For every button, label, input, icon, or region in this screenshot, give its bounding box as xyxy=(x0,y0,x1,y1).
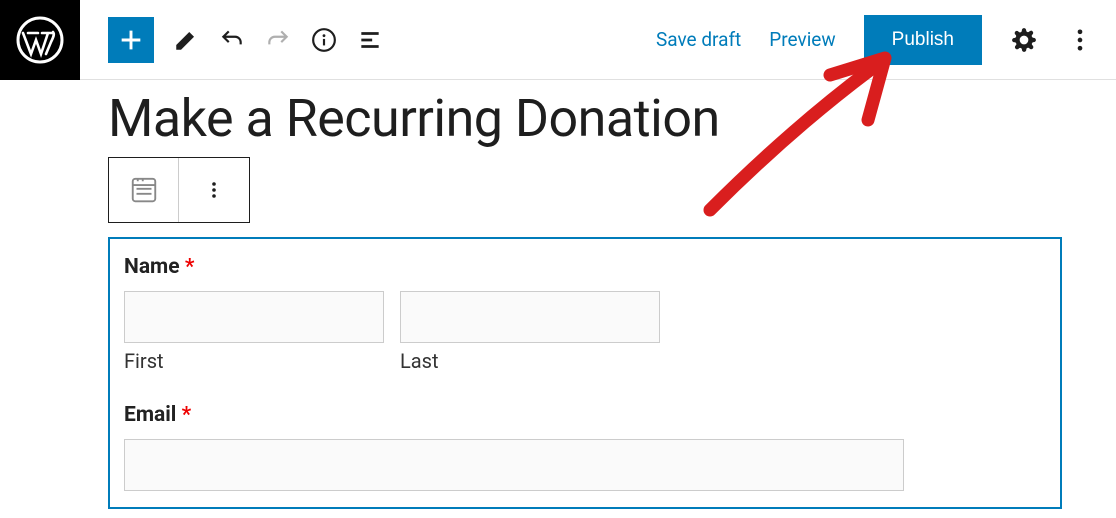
kebab-icon xyxy=(1066,26,1094,54)
block-type-button[interactable] xyxy=(109,158,179,222)
pencil-icon xyxy=(173,27,199,53)
page-title[interactable]: Make a Recurring Donation xyxy=(108,88,1062,149)
block-toolbar xyxy=(108,157,250,223)
toolbar-right: Save draft Preview Publish xyxy=(656,15,1116,65)
plus-icon xyxy=(117,26,145,54)
last-name-column: Last xyxy=(400,291,660,373)
name-label-text: Name xyxy=(124,255,180,279)
more-options-button[interactable] xyxy=(1066,26,1094,54)
redo-icon xyxy=(265,27,291,53)
name-row: First Last xyxy=(124,291,1046,373)
undo-icon xyxy=(219,27,245,53)
last-sublabel: Last xyxy=(400,349,660,373)
last-name-input[interactable] xyxy=(400,291,660,343)
first-name-column: First xyxy=(124,291,384,373)
list-icon xyxy=(357,27,383,53)
email-input[interactable] xyxy=(124,439,904,491)
email-label-text: Email xyxy=(124,403,176,427)
form-block[interactable]: Name * First Last Email * xyxy=(108,237,1062,509)
toolbar-left xyxy=(80,17,384,63)
top-bar: Save draft Preview Publish xyxy=(0,0,1116,80)
first-name-input[interactable] xyxy=(124,291,384,343)
required-indicator: * xyxy=(185,255,195,279)
outline-button[interactable] xyxy=(356,26,384,54)
settings-button[interactable] xyxy=(1010,26,1038,54)
info-icon xyxy=(311,27,337,53)
redo-button[interactable] xyxy=(264,26,292,54)
email-label: Email * xyxy=(124,403,1046,427)
kebab-icon xyxy=(202,178,226,202)
editor-content: Make a Recurring Donation Name * First L… xyxy=(0,80,1116,509)
wordpress-icon xyxy=(16,16,64,64)
publish-button[interactable]: Publish xyxy=(864,15,982,65)
edit-button[interactable] xyxy=(172,26,200,54)
undo-button[interactable] xyxy=(218,26,246,54)
add-block-button[interactable] xyxy=(108,17,154,63)
wordpress-logo[interactable] xyxy=(0,0,80,80)
name-label: Name * xyxy=(124,255,1046,279)
save-draft-button[interactable]: Save draft xyxy=(656,28,741,51)
first-sublabel: First xyxy=(124,349,384,373)
gear-icon xyxy=(1011,27,1037,53)
preview-button[interactable]: Preview xyxy=(769,28,835,51)
info-button[interactable] xyxy=(310,26,338,54)
form-block-icon xyxy=(129,175,159,205)
block-more-button[interactable] xyxy=(179,158,249,222)
required-indicator: * xyxy=(182,403,192,427)
